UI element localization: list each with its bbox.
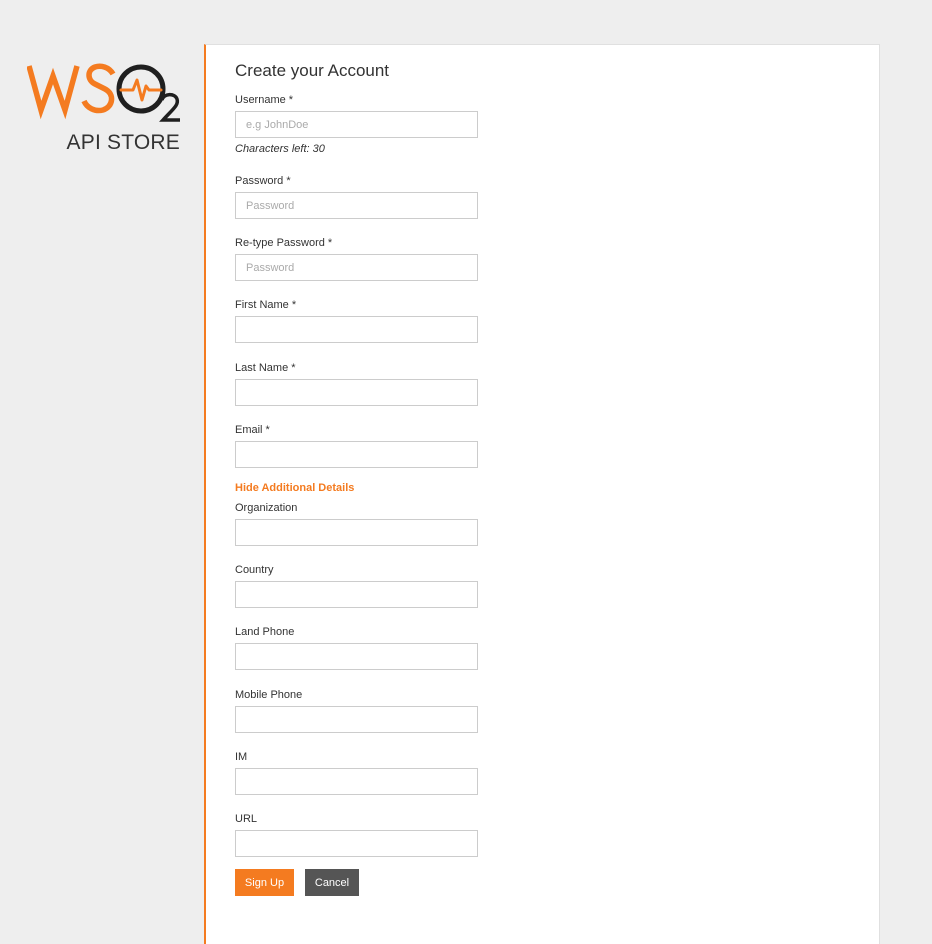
country-input[interactable] [235,581,478,608]
country-label: Country [235,564,274,576]
email-input[interactable] [235,441,478,468]
mobile-phone-input[interactable] [235,706,478,733]
land-phone-label: Land Phone [235,626,295,638]
username-input[interactable] [235,111,478,138]
retype-password-input[interactable] [235,254,478,281]
mobile-phone-label: Mobile Phone [235,689,303,701]
retype-password-group: Re-type Password * [235,237,478,281]
product-name: API STORE [66,131,180,154]
characters-left-text: Characters left: 30 [235,143,325,155]
password-input[interactable] [235,192,478,219]
last-name-label: Last Name * [235,362,296,374]
url-input[interactable] [235,830,478,857]
url-group: URL [235,813,478,857]
mobile-phone-group: Mobile Phone [235,689,478,733]
im-input[interactable] [235,768,478,795]
organization-input[interactable] [235,519,478,546]
im-group: IM [235,751,478,795]
username-group: Username * Characters left: 30 [235,94,478,155]
page-title: Create your Account [235,61,390,80]
cancel-button[interactable]: Cancel [305,869,359,896]
brand-area: API STORE [0,0,205,200]
land-phone-group: Land Phone [235,626,478,670]
wso2-logo [27,63,180,122]
last-name-group: Last Name * [235,362,478,406]
username-label: Username * [235,94,294,106]
organization-group: Organization [235,502,478,546]
first-name-group: First Name * [235,299,478,343]
first-name-label: First Name * [235,299,297,311]
email-label: Email * [235,424,270,436]
country-group: Country [235,564,478,608]
im-label: IM [235,751,248,763]
sign-up-button[interactable]: Sign Up [235,869,294,896]
hide-additional-details-link[interactable]: Hide Additional Details [235,482,354,494]
first-name-input[interactable] [235,316,478,343]
email-group: Email * [235,424,478,468]
retype-password-label: Re-type Password * [235,237,333,249]
land-phone-input[interactable] [235,643,478,670]
last-name-input[interactable] [235,379,478,406]
url-label: URL [235,813,258,825]
password-label: Password * [235,175,291,187]
signup-panel: Create your Account Username * Character… [204,44,880,944]
password-group: Password * [235,175,478,219]
organization-label: Organization [235,502,298,514]
